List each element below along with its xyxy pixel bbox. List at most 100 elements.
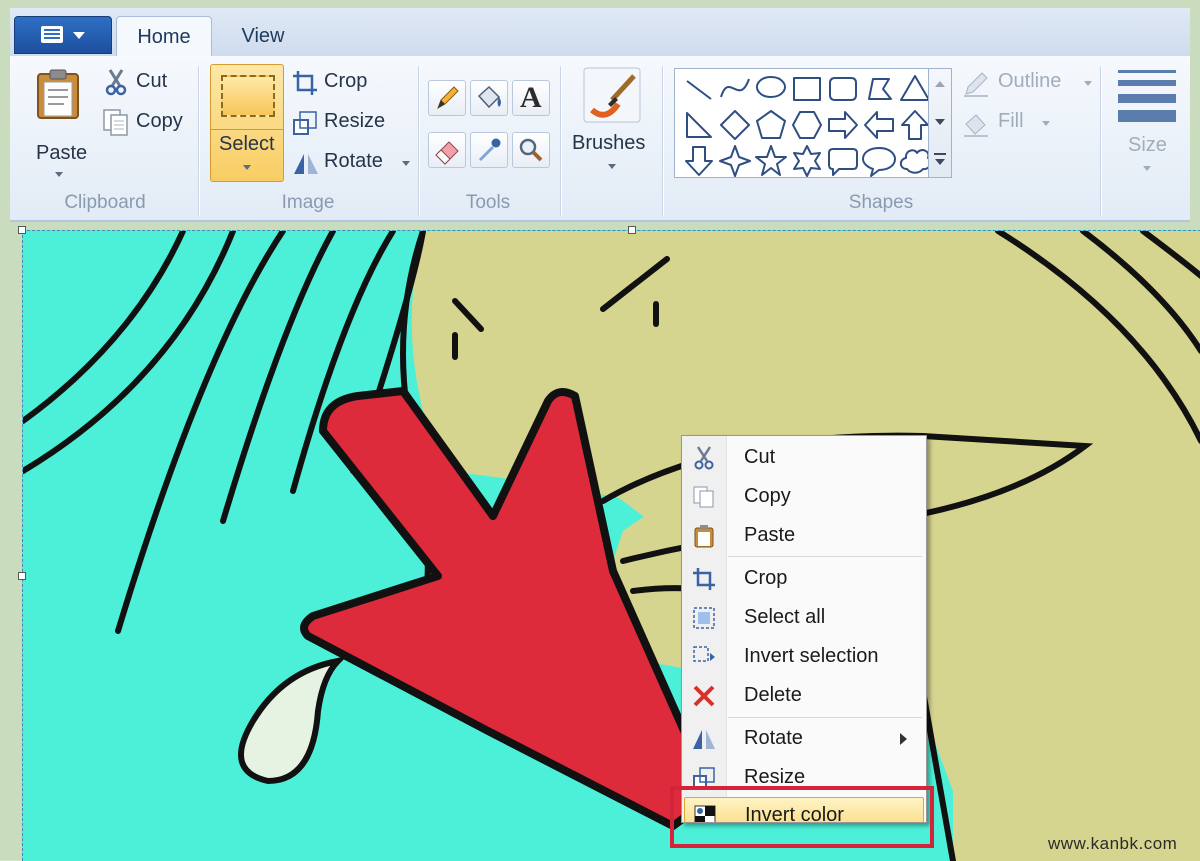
brush-icon <box>583 67 641 123</box>
select-button[interactable]: Select <box>210 64 284 182</box>
diamond-shape-icon[interactable] <box>720 110 750 140</box>
fill-tool[interactable] <box>470 80 508 116</box>
menu-item-label: Delete <box>744 684 802 706</box>
menu-item-rotate[interactable]: Rotate <box>682 721 926 757</box>
rounded-rectangle-shape-icon[interactable] <box>829 77 857 101</box>
rectangle-shape-icon[interactable] <box>793 77 821 101</box>
outline-label: Outline <box>998 70 1062 92</box>
crop-icon <box>293 71 317 95</box>
ribbon-divider <box>560 66 561 216</box>
eraser-tool[interactable] <box>428 132 466 168</box>
outline-pencil-icon <box>964 72 988 97</box>
shapes-gallery-scroller[interactable] <box>928 68 952 178</box>
rotate-button[interactable]: Rotate <box>292 148 412 180</box>
menu-item-label: Cut <box>744 446 776 468</box>
menu-item-cut[interactable]: Cut <box>682 440 926 476</box>
paint-bucket-icon <box>477 85 501 109</box>
tab-home[interactable]: Home <box>116 16 212 57</box>
right-arrow-shape-icon[interactable] <box>828 111 858 139</box>
tab-view[interactable]: View <box>225 16 301 56</box>
ribbon-divider <box>198 66 199 216</box>
shapes-gallery[interactable] <box>674 68 936 178</box>
triangle-shape-icon[interactable] <box>900 75 930 101</box>
paint-window: Home View Paste Cut Copy Clipboard Selec… <box>0 0 1200 861</box>
drawing-canvas[interactable] <box>22 230 1200 861</box>
menu-item-label: Paste <box>744 524 796 546</box>
chevron-down-icon <box>935 159 945 165</box>
up-arrow-shape-icon[interactable] <box>901 110 929 140</box>
color-picker-tool[interactable] <box>470 132 508 168</box>
fill-label: Fill <box>998 110 1024 132</box>
rotate-label: Rotate <box>324 150 383 172</box>
submenu-arrow-icon <box>900 733 907 745</box>
scissors-icon <box>105 69 127 96</box>
invert-selection-icon <box>693 646 715 662</box>
copy-label: Copy <box>136 110 183 132</box>
menu-item-label: Rotate <box>744 727 803 749</box>
context-menu: Cut Copy Paste Crop Select all Invert se… <box>681 435 927 823</box>
ribbon-divider <box>662 66 663 216</box>
select-all-icon <box>693 607 715 629</box>
rounded-callout-shape-icon[interactable] <box>828 148 858 176</box>
paint-menu-button[interactable] <box>14 16 112 54</box>
brushes-label: Brushes <box>572 132 646 154</box>
scissors-icon <box>694 446 714 470</box>
cut-button[interactable]: Cut <box>102 68 192 100</box>
paste-button[interactable]: Paste <box>28 64 90 180</box>
pentagon-shape-icon[interactable] <box>756 110 786 139</box>
cartoon-drawing <box>23 231 1200 861</box>
clipboard-group-label: Clipboard <box>64 192 146 213</box>
six-point-star-shape-icon[interactable] <box>793 145 821 177</box>
menu-item-crop[interactable]: Crop <box>682 561 926 597</box>
cloud-callout-shape-icon[interactable] <box>899 149 932 174</box>
eyedropper-icon <box>478 138 501 162</box>
ribbon-home: Paste Cut Copy Clipboard Select Crop Res… <box>10 56 1190 222</box>
outline-button[interactable]: Outline <box>962 68 1092 100</box>
scroll-up-icon <box>935 81 945 87</box>
magnifier-tool[interactable] <box>512 132 550 168</box>
ribbon-divider <box>1100 66 1101 216</box>
menu-item-paste[interactable]: Paste <box>682 518 926 554</box>
menu-item-label: Crop <box>744 567 788 589</box>
watermark: www.kanbk.com <box>1048 834 1178 853</box>
menu-item-invert-selection[interactable]: Invert selection <box>682 639 926 675</box>
ribbon-tab-strip: Home View <box>10 8 1190 57</box>
pencil-tool[interactable] <box>428 80 466 116</box>
copy-button[interactable]: Copy <box>102 108 202 140</box>
text-tool[interactable]: A <box>512 80 550 116</box>
hexagon-shape-icon[interactable] <box>792 111 822 139</box>
right-triangle-shape-icon[interactable] <box>686 112 712 138</box>
menu-item-copy[interactable]: Copy <box>682 479 926 515</box>
left-arrow-shape-icon[interactable] <box>864 111 894 139</box>
oval-callout-shape-icon[interactable] <box>862 147 896 177</box>
gallery-expand-icon <box>934 153 946 155</box>
selection-handle[interactable] <box>628 226 636 234</box>
size-button[interactable]: Size <box>1110 64 1184 180</box>
menu-item-select-all[interactable]: Select all <box>682 600 926 636</box>
polygon-shape-icon[interactable] <box>868 78 892 100</box>
selection-handle[interactable] <box>18 226 26 234</box>
resize-button[interactable]: Resize <box>292 108 402 140</box>
crop-button[interactable]: Crop <box>292 68 392 100</box>
text-a-icon: A <box>520 81 542 114</box>
brushes-button[interactable]: Brushes <box>570 64 654 180</box>
cut-label: Cut <box>136 70 168 92</box>
copy-icon <box>103 109 128 136</box>
scroll-down-icon <box>935 119 945 125</box>
four-point-star-shape-icon[interactable] <box>719 145 751 177</box>
menu-separator <box>728 556 922 557</box>
oval-shape-icon[interactable] <box>755 76 786 98</box>
line-shape-icon[interactable] <box>686 80 712 100</box>
down-arrow-shape-icon[interactable] <box>685 146 713 176</box>
image-group-label: Image <box>281 192 335 213</box>
fill-button[interactable]: Fill <box>962 108 1062 140</box>
menu-item-delete[interactable]: Delete <box>682 678 926 714</box>
paste-icon <box>37 69 79 119</box>
five-point-star-shape-icon[interactable] <box>755 145 787 176</box>
select-split-line <box>211 129 283 130</box>
paste-label: Paste <box>36 142 88 164</box>
fill-bucket-icon <box>964 114 988 137</box>
menu-item-label: Select all <box>744 606 826 628</box>
selection-handle[interactable] <box>18 572 26 580</box>
curve-shape-icon[interactable] <box>720 78 750 98</box>
